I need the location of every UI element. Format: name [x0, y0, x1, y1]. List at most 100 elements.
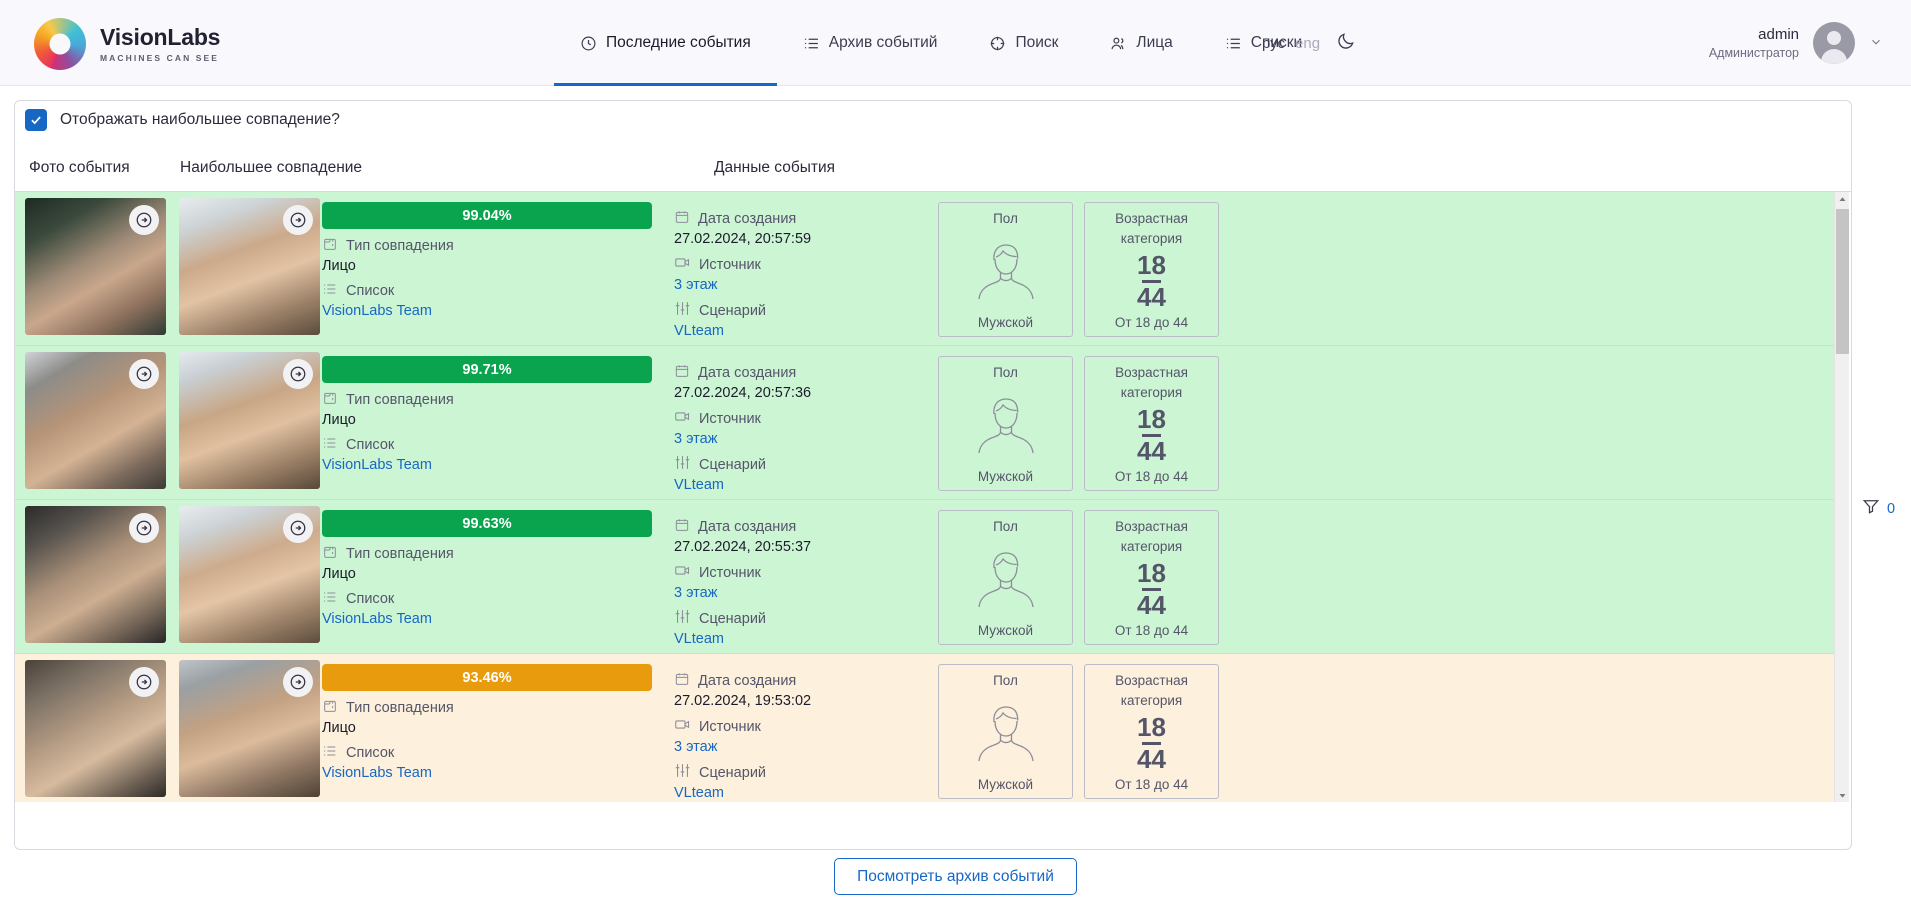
- camera-icon: [674, 408, 691, 429]
- table-row[interactable]: 99.63% Тип совпадения Лицо Список VisionLabs…: [15, 500, 1837, 654]
- show-best-match-checkbox[interactable]: [25, 109, 47, 131]
- table-row[interactable]: 99.04% Тип совпадения Лицо Список VisionLabs…: [15, 192, 1837, 346]
- open-event-arrow-button[interactable]: [283, 205, 313, 235]
- match-score-badge: 99.71%: [322, 356, 652, 383]
- table-row[interactable]: 99.71% Тип совпадения Лицо Список VisionLabs…: [15, 346, 1837, 500]
- created-label: Дата создания: [674, 517, 932, 537]
- age-card: Возрастная категория 18 44 От 18 до 44: [1084, 356, 1219, 491]
- created-label-text: Дата создания: [698, 519, 797, 535]
- match-photo-cell: [166, 654, 320, 802]
- table-row[interactable]: 93.46% Тип совпадения Лицо Список VisionLabs…: [15, 654, 1837, 802]
- lang-option-en[interactable]: eng: [1295, 35, 1320, 52]
- column-header-photo: Фото события: [29, 159, 130, 176]
- match-type-icon: [322, 544, 338, 564]
- match-photo[interactable]: [179, 352, 320, 489]
- open-event-arrow-button[interactable]: [129, 359, 159, 389]
- filter-toggle[interactable]: 0: [1862, 497, 1895, 520]
- list-icon: [803, 35, 820, 52]
- gender-card: Пол Мужской: [938, 356, 1073, 491]
- list-label: Список: [322, 743, 652, 763]
- age-range-display: 18 44: [1137, 248, 1166, 315]
- scenario-value-link[interactable]: VLteam: [674, 785, 932, 801]
- age-from: 18: [1137, 711, 1166, 742]
- match-photo-cell: [166, 500, 320, 649]
- list-bullet-icon: [322, 435, 338, 455]
- events-table-scroll-area[interactable]: 99.04% Тип совпадения Лицо Список VisionLabs…: [15, 192, 1837, 802]
- scroll-up-arrow-icon[interactable]: [1835, 192, 1850, 207]
- person-silhouette-icon: [974, 691, 1038, 777]
- event-attributes-cell: Пол Мужской Возрастная категория 18 44 От 18 …: [938, 192, 1837, 343]
- gender-card-title: Пол: [993, 673, 1018, 688]
- scrollbar-thumb[interactable]: [1836, 209, 1849, 354]
- nav-item-faces[interactable]: Лица: [1084, 0, 1198, 86]
- open-event-arrow-button[interactable]: [283, 667, 313, 697]
- show-best-match-row[interactable]: Отображать наибольшее совпадение?: [25, 109, 340, 131]
- events-scrollbar[interactable]: [1834, 192, 1849, 802]
- user-role: Администратор: [1708, 45, 1799, 60]
- list-value-link[interactable]: VisionLabs Team: [322, 457, 652, 473]
- match-type-label-text: Тип совпадения: [346, 700, 454, 716]
- created-label-text: Дата создания: [698, 365, 797, 381]
- age-to: 44: [1137, 282, 1166, 313]
- funnel-filter-icon: [1862, 497, 1880, 520]
- sliders-icon: [674, 300, 691, 321]
- source-label-text: Источник: [699, 256, 761, 273]
- age-card-title: Возрастная категория: [1115, 519, 1188, 554]
- match-photo[interactable]: [179, 660, 320, 797]
- list-value-link[interactable]: VisionLabs Team: [322, 611, 652, 627]
- gender-value: Мужской: [977, 469, 1034, 484]
- match-type-label-text: Тип совпадения: [346, 238, 454, 254]
- open-event-arrow-button[interactable]: [283, 359, 313, 389]
- source-value-link[interactable]: 3 этаж: [674, 739, 932, 755]
- brand-logo[interactable]: VisionLabs MACHINES CAN SEE: [34, 18, 220, 70]
- events-table: 99.04% Тип совпадения Лицо Список VisionLabs…: [15, 191, 1851, 802]
- target-search-icon: [989, 35, 1006, 52]
- match-photo[interactable]: [179, 506, 320, 643]
- age-range-text: От 18 до 44: [1114, 623, 1189, 638]
- created-value: 27.02.2024, 19:53:02: [674, 693, 812, 709]
- app-header: VisionLabs MACHINES CAN SEE Последние со…: [0, 0, 1911, 86]
- age-card-title: Возрастная категория: [1115, 365, 1188, 400]
- brand-name: VisionLabs: [100, 24, 221, 51]
- event-photo[interactable]: [25, 506, 166, 643]
- match-photo-cell: [166, 192, 320, 341]
- age-card: Возрастная категория 18 44 От 18 до 44: [1084, 202, 1219, 337]
- chevron-down-icon[interactable]: [1869, 35, 1883, 52]
- lang-option-ru[interactable]: рус: [1262, 35, 1285, 52]
- list-value-link[interactable]: VisionLabs Team: [322, 765, 652, 781]
- list-value-link[interactable]: VisionLabs Team: [322, 303, 652, 319]
- person-silhouette-icon: [974, 383, 1038, 469]
- open-event-arrow-button[interactable]: [129, 667, 159, 697]
- theme-toggle-button[interactable]: [1330, 27, 1362, 59]
- nav-item-search[interactable]: Поиск: [963, 0, 1084, 86]
- list-bullet-icon: [322, 281, 338, 301]
- age-range-display: 18 44: [1137, 402, 1166, 469]
- scroll-down-arrow-icon[interactable]: [1835, 788, 1850, 802]
- event-photo[interactable]: [25, 660, 166, 797]
- nav-item-events-archive[interactable]: Архив событий: [777, 0, 964, 86]
- scenario-value-link[interactable]: VLteam: [674, 323, 932, 339]
- event-photo[interactable]: [25, 198, 166, 335]
- nav-item-latest-events[interactable]: Последние события: [554, 0, 777, 86]
- age-from: 18: [1137, 403, 1166, 434]
- gender-card: Пол Мужской: [938, 510, 1073, 645]
- event-photo[interactable]: [25, 352, 166, 489]
- filter-count: 0: [1887, 500, 1896, 517]
- user-menu[interactable]: admin Администратор: [1709, 0, 1883, 86]
- match-photo[interactable]: [179, 198, 320, 335]
- open-event-arrow-button[interactable]: [283, 513, 313, 543]
- scenario-value-link[interactable]: VLteam: [674, 631, 932, 647]
- event-data-cell: Дата создания 27.02.2024, 20:57:36 Источни…: [662, 346, 938, 499]
- scenario-value-link[interactable]: VLteam: [674, 477, 932, 493]
- event-data-cell: Дата создания 27.02.2024, 20:57:59 Источни…: [662, 192, 938, 345]
- show-best-match-label: Отображать наибольшее совпадение?: [60, 111, 340, 128]
- source-value-link[interactable]: 3 этаж: [674, 431, 932, 447]
- source-value-link[interactable]: 3 этаж: [674, 277, 932, 293]
- clock-icon: [580, 35, 597, 52]
- view-events-archive-button[interactable]: Посмотреть архив событий: [834, 858, 1077, 895]
- open-event-arrow-button[interactable]: [129, 205, 159, 235]
- open-event-arrow-button[interactable]: [129, 513, 159, 543]
- source-label: Источник: [674, 408, 932, 429]
- event-attributes-cell: Пол Мужской Возрастная категория 18 44 От 18 …: [938, 346, 1837, 497]
- source-value-link[interactable]: 3 этаж: [674, 585, 932, 601]
